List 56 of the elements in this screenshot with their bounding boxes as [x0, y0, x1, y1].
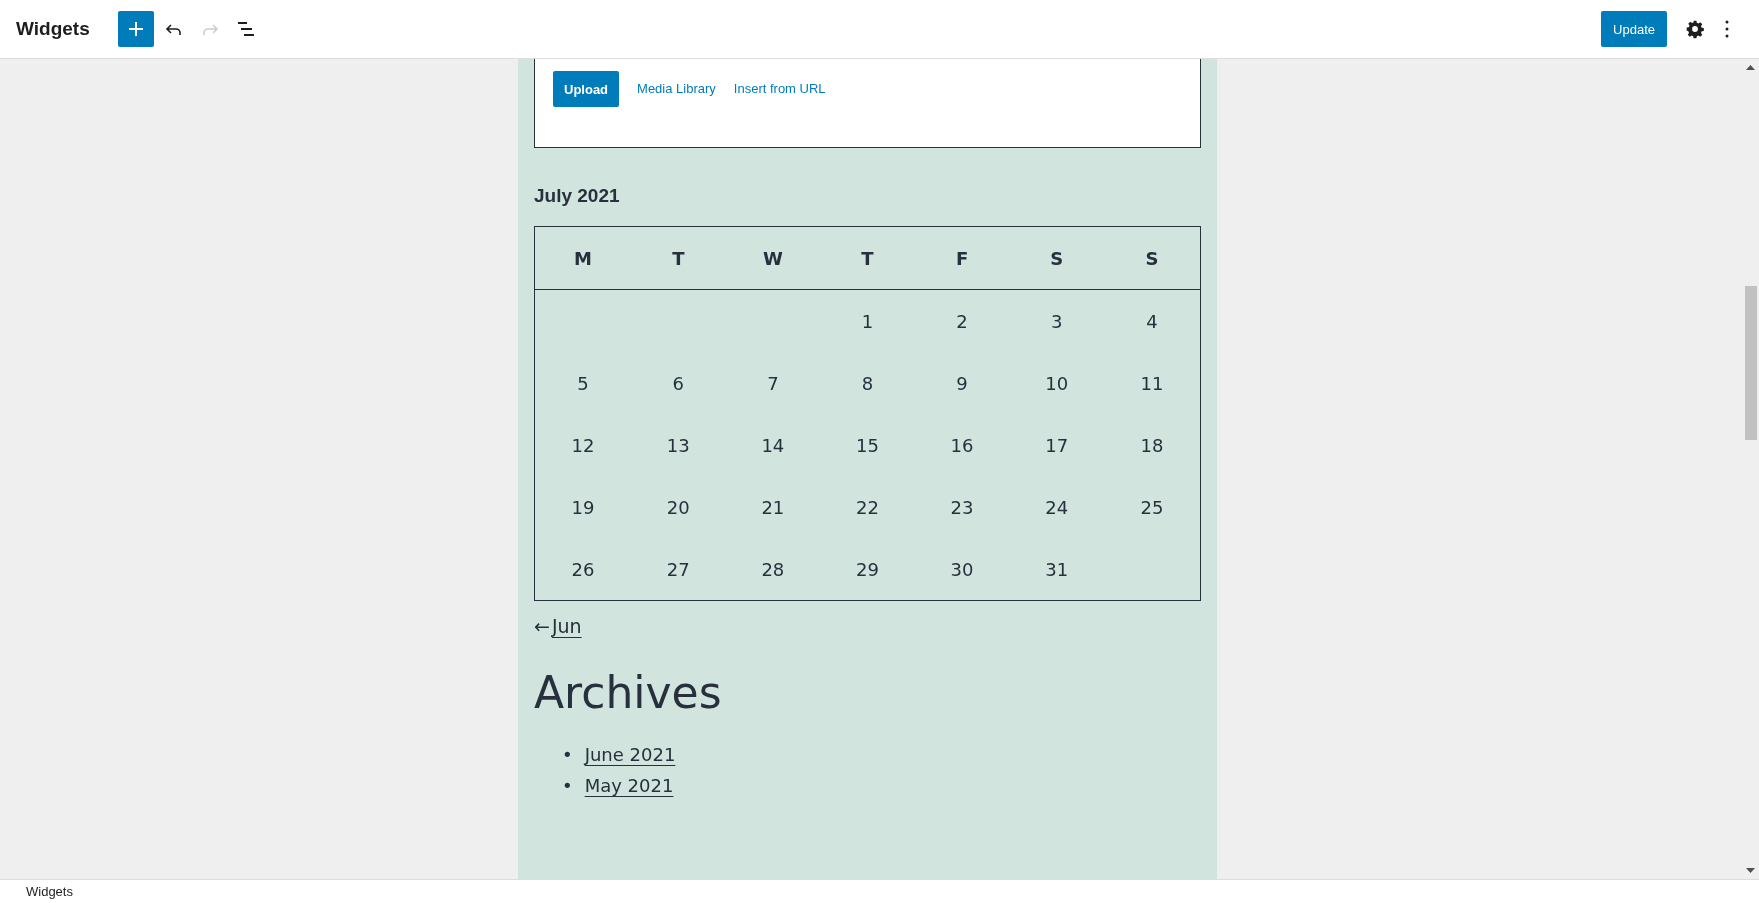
calendar-day: 2	[914, 289, 1010, 352]
calendar-day: 8	[820, 352, 915, 414]
calendar-day: 20	[631, 476, 726, 538]
bullet: •	[562, 775, 573, 796]
breadcrumb[interactable]: Widgets	[26, 884, 73, 899]
calendar-day: 11	[1103, 352, 1201, 414]
calendar-day: 24	[1009, 476, 1104, 538]
calendar-day: 22	[820, 476, 915, 538]
calendar-day: 28	[725, 538, 821, 601]
weekday-header: S	[1009, 226, 1104, 290]
weekday-header: S	[1103, 226, 1201, 290]
calendar-day: 3	[1009, 289, 1104, 352]
plus-button[interactable]	[117, 11, 154, 47]
calendar-day: 9	[914, 352, 1010, 414]
media-link[interactable]: Insert from URL	[733, 71, 826, 107]
calendar-day: 21	[725, 476, 821, 538]
calendar-day: 15	[820, 414, 915, 476]
more-icon	[1725, 20, 1729, 38]
settings-icon	[1685, 19, 1705, 39]
calendar-day: 27	[631, 538, 726, 601]
weekday-header: T	[820, 226, 915, 290]
calendar-day: 13	[631, 414, 726, 476]
calendar-day: 16	[914, 414, 1010, 476]
weekday-header: T	[631, 226, 726, 290]
media-link[interactable]: Media Library	[637, 71, 716, 107]
calendar-day: 5	[534, 352, 631, 414]
weekday-header: M	[534, 226, 631, 290]
weekday-header: F	[914, 226, 1010, 290]
calendar-day: 25	[1103, 476, 1201, 538]
calendar-day: 12	[534, 414, 631, 476]
calendar-day: 31	[1009, 538, 1104, 601]
upload-button[interactable]: Upload	[553, 71, 620, 107]
calendar-day: 1	[820, 289, 915, 352]
calendar-day: 6	[631, 352, 726, 414]
page-title: Widgets	[16, 18, 90, 40]
update-button[interactable]: Update	[1601, 11, 1667, 47]
calendar-day: 18	[1103, 414, 1201, 476]
previous-month-link[interactable]: Jun	[551, 615, 582, 637]
calendar-day: 17	[1009, 414, 1104, 476]
arrow-glyph: ←	[534, 615, 550, 637]
archive-link[interactable]: May 2021	[584, 775, 674, 796]
scroll-thumb[interactable]	[1745, 286, 1757, 440]
calendar-caption: July 2021	[534, 185, 621, 207]
calendar-day: 29	[820, 538, 915, 601]
calendar-day: 4	[1103, 289, 1201, 352]
calendar-day: 19	[534, 476, 631, 538]
calendar-day: 14	[725, 414, 821, 476]
weekday-header: W	[725, 226, 821, 290]
calendar-day: 7	[725, 352, 821, 414]
bullet: •	[562, 744, 573, 765]
calendar-day: 26	[534, 538, 631, 601]
archive-link[interactable]: June 2021	[584, 744, 676, 765]
archives-heading: Archives	[534, 667, 723, 718]
calendar-day: 30	[914, 538, 1010, 601]
calendar-day: 23	[914, 476, 1010, 538]
calendar-day: 10	[1009, 352, 1104, 414]
